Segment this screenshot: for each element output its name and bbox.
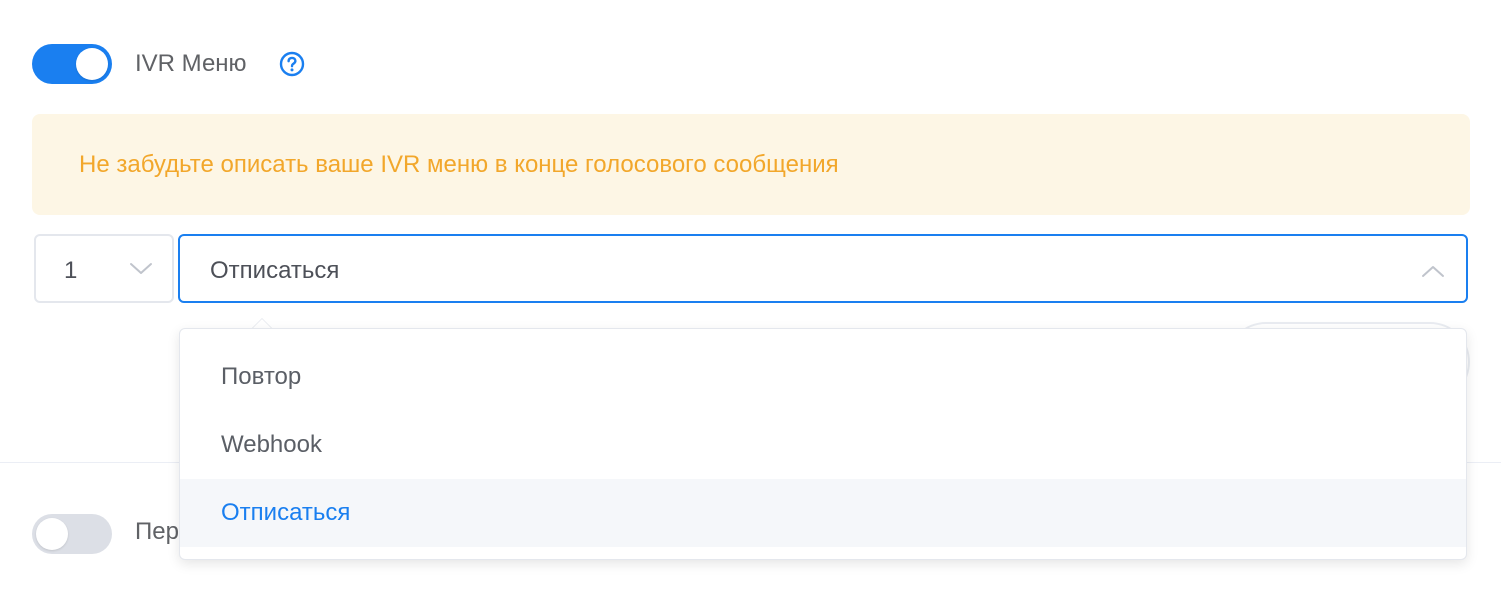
toggle-knob [76, 48, 108, 80]
action-dropdown: Повтор Webhook Отписаться [179, 328, 1467, 560]
option-repeat[interactable]: Повтор [180, 343, 1466, 411]
question-circle-icon[interactable] [279, 51, 305, 77]
toggle-knob [36, 518, 68, 550]
key-number-select[interactable]: 1 [34, 234, 174, 303]
option-webhook[interactable]: Webhook [180, 411, 1466, 479]
action-select-value: Отписаться [210, 257, 340, 284]
ivr-menu-toggle[interactable] [32, 44, 112, 84]
chevron-down-icon [130, 263, 152, 274]
second-toggle[interactable] [32, 514, 112, 554]
chevron-up-icon [1422, 266, 1444, 277]
ivr-menu-label: IVR Меню [135, 50, 247, 77]
ivr-warning-alert: Не забудьте описать ваше IVR меню в конц… [32, 114, 1470, 215]
alert-text: Не забудьте описать ваше IVR меню в конц… [79, 151, 839, 178]
action-options-list: Повтор Webhook Отписаться [180, 343, 1466, 547]
option-unsubscribe[interactable]: Отписаться [180, 479, 1466, 547]
key-number-value: 1 [64, 257, 78, 284]
action-select[interactable]: Отписаться [178, 234, 1468, 303]
second-toggle-label: Пер [135, 518, 179, 545]
